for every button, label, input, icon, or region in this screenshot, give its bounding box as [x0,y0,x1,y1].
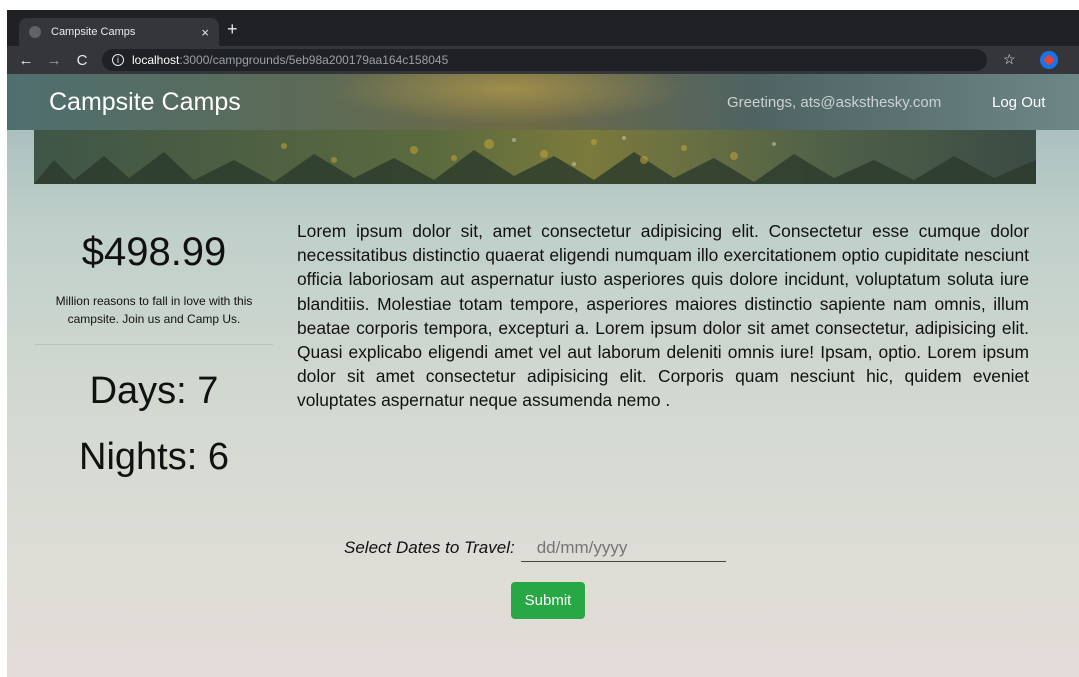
url-field[interactable]: i localhost:3000/campgrounds/5eb98a20017… [102,49,987,71]
menu-kebab-icon[interactable]: ⋮ [1073,50,1079,67]
forward-arrow-icon[interactable]: → [45,52,63,69]
travel-date-form: Select Dates to Travel: [344,534,726,562]
bookmark-star-icon[interactable]: ☆ [1003,51,1016,68]
globe-icon [29,26,41,38]
address-bar: ← → C i localhost:3000/campgrounds/5eb98… [7,46,1079,74]
browser-tab-strip: Campsite Camps × + [7,10,1079,46]
nights-count: Nights: 6 [79,436,229,478]
divider [35,344,273,345]
close-tab-icon[interactable]: × [201,25,209,40]
profile-avatar-icon[interactable] [1040,51,1058,69]
new-tab-button[interactable]: + [227,19,238,40]
logout-link[interactable]: Log Out [992,94,1045,111]
reload-icon[interactable]: C [73,52,91,69]
hero-foliage-image [34,130,1036,184]
url-host: localhost [132,53,180,67]
price: $498.99 [81,230,227,274]
hero-image [34,130,1036,184]
greeting-text: Greetings, ats@asksthesky.com [727,94,942,111]
info-icon[interactable]: i [112,54,124,66]
site-navbar: Campsite Camps Greetings, ats@asksthesky… [7,74,1079,130]
back-arrow-icon[interactable]: ← [17,52,35,69]
days-count: Days: 7 [89,370,219,412]
browser-tab[interactable]: Campsite Camps × [19,18,219,46]
trip-summary: $498.99 Million reasons to fall in love … [35,224,273,479]
submit-button[interactable]: Submit [511,582,585,619]
travel-date-input[interactable] [520,534,726,562]
page-content: Campsite Camps Greetings, ats@asksthesky… [7,74,1079,677]
tagline: Million reasons to fall in love with thi… [55,294,253,326]
brand-link[interactable]: Campsite Camps [49,88,241,117]
date-label: Select Dates to Travel: [344,538,515,557]
url-path: :3000/campgrounds/5eb98a200179aa164c1580… [179,53,449,67]
tab-title: Campsite Camps [51,26,136,38]
campground-description: Lorem ipsum dolor sit, amet consectetur … [297,221,1029,411]
